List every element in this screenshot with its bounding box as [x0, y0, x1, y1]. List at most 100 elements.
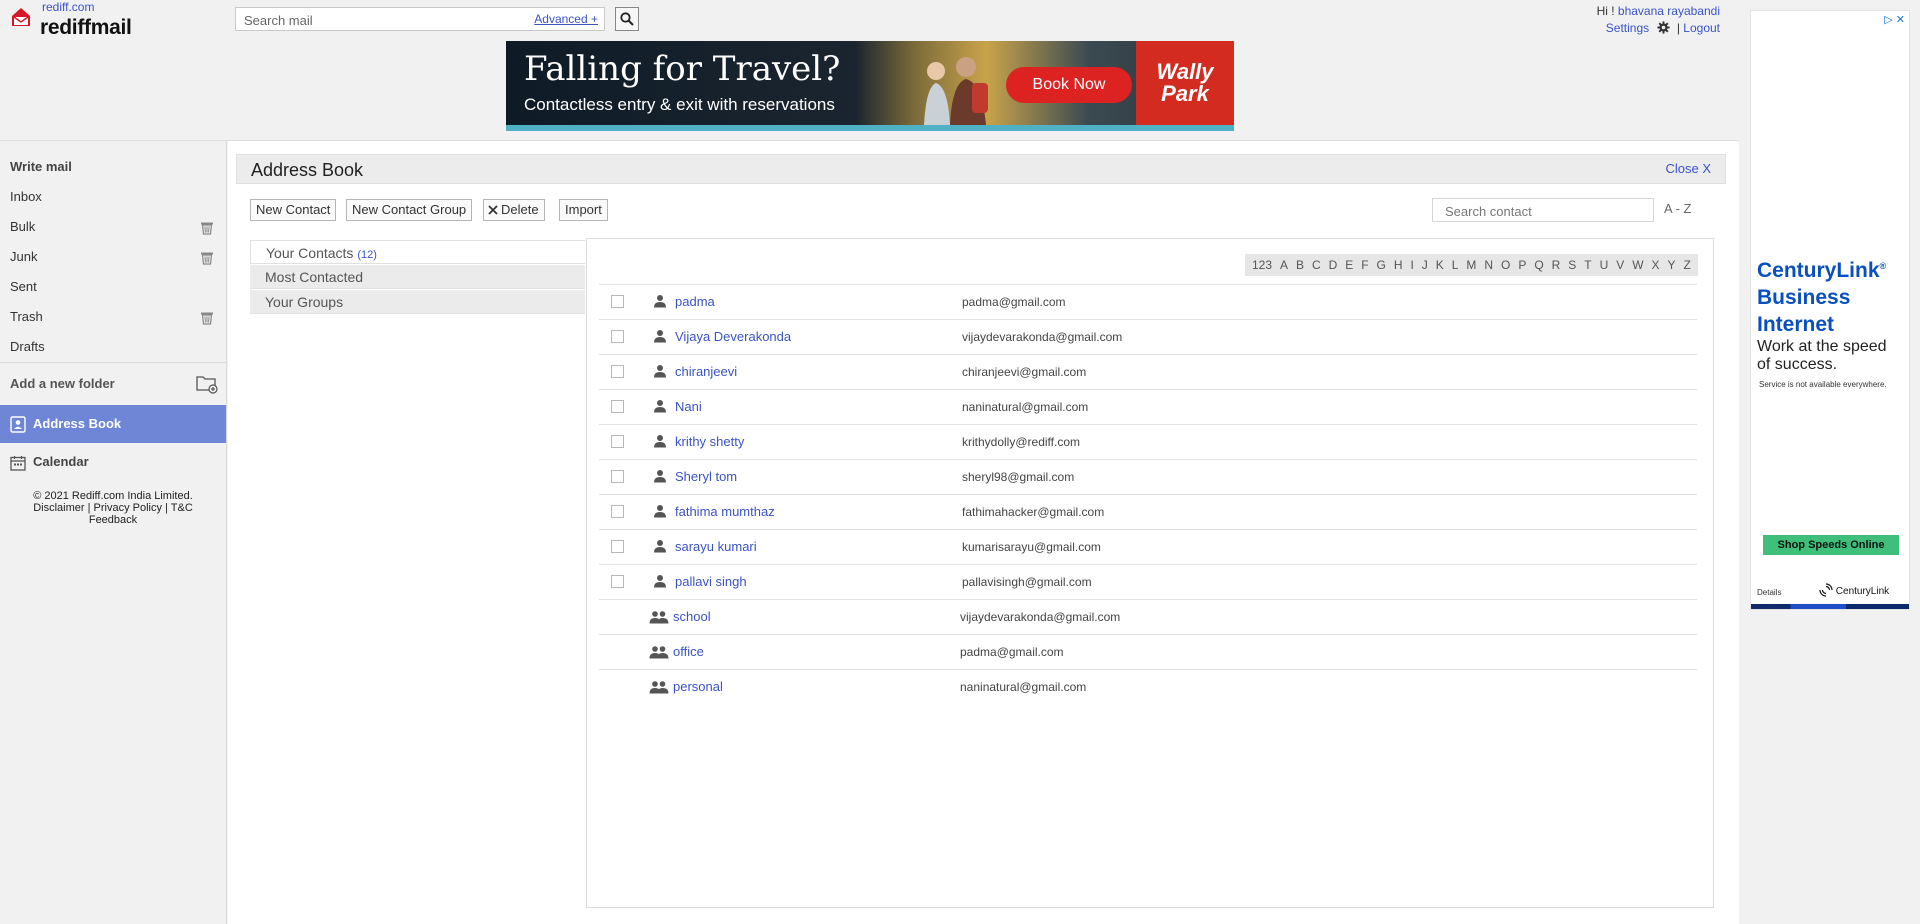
rediff-home-link[interactable]: rediff.com [42, 0, 94, 14]
shop-speeds-button[interactable]: Shop Speeds Online [1763, 535, 1899, 555]
contact-row[interactable]: krithy shetty krithydolly@rediff.com [599, 424, 1697, 459]
add-folder-icon[interactable] [196, 374, 218, 394]
contact-row[interactable]: padma padma@gmail.com [599, 284, 1697, 319]
alpha-filter-g[interactable]: G [1376, 258, 1387, 272]
alpha-filter-o[interactable]: O [1500, 258, 1511, 272]
new-contact-group-button[interactable]: New Contact Group [346, 199, 473, 221]
contact-checkbox[interactable] [611, 365, 624, 378]
user-name-link[interactable]: bhavana rayabandi [1618, 4, 1720, 18]
sort-az-toggle[interactable]: A - Z [1664, 201, 1691, 216]
group-name-link[interactable]: school [673, 609, 711, 624]
contact-checkbox[interactable] [611, 330, 624, 343]
alpha-filter-a[interactable]: A [1279, 258, 1289, 272]
import-button[interactable]: Import [559, 199, 608, 221]
alpha-filter-q[interactable]: Q [1533, 258, 1544, 272]
advanced-search-link[interactable]: Advanced + [534, 12, 598, 26]
add-folder-link[interactable]: Add a new folder [10, 376, 115, 391]
contact-name-link[interactable]: Vijaya Deverakonda [675, 329, 791, 344]
alpha-filter-u[interactable]: U [1599, 258, 1610, 272]
contact-row[interactable]: sarayu kumari kumarisarayu@gmail.com [599, 529, 1697, 564]
alpha-filter-y[interactable]: Y [1666, 258, 1676, 272]
contact-search-input[interactable] [1443, 203, 1647, 220]
contact-row[interactable]: fathima mumthaz fathimahacker@gmail.com [599, 494, 1697, 529]
new-contact-button[interactable]: New Contact [250, 199, 337, 221]
settings-link[interactable]: Settings [1606, 21, 1649, 35]
contact-name-link[interactable]: Nani [675, 399, 702, 414]
contact-row[interactable]: Sheryl tom sheryl98@gmail.com [599, 459, 1697, 494]
contact-checkbox[interactable] [611, 575, 624, 588]
sidebar-item-calendar[interactable]: Calendar [33, 454, 89, 469]
contact-checkbox[interactable] [611, 505, 624, 518]
alpha-filter-d[interactable]: D [1328, 258, 1339, 272]
tab-your-contacts[interactable]: Your Contacts (12) [250, 240, 585, 264]
contact-checkbox[interactable] [611, 295, 624, 308]
alpha-filter-t[interactable]: T [1583, 258, 1592, 272]
contact-checkbox[interactable] [611, 470, 624, 483]
sidebar-item-junk[interactable]: Junk [10, 249, 37, 264]
group-row[interactable]: school vijaydevarakonda@gmail.com [599, 599, 1697, 634]
contact-checkbox[interactable] [611, 400, 624, 413]
rediffmail-logo[interactable]: rediffmail [40, 16, 132, 40]
alpha-filter-f[interactable]: F [1360, 258, 1369, 272]
privacy-policy-link[interactable]: Privacy Policy [94, 502, 162, 514]
delete-button[interactable]: Delete [483, 199, 545, 221]
sidebar-item-sent[interactable]: Sent [10, 279, 37, 294]
adchoices-icon[interactable]: ▷ ✕ [1884, 13, 1905, 26]
contact-checkbox[interactable] [611, 435, 624, 448]
alpha-filter-z[interactable]: Z [1682, 258, 1691, 272]
contact-name-link[interactable]: krithy shetty [675, 434, 744, 449]
sidebar-item-trash[interactable]: Trash [10, 309, 43, 324]
alpha-filter-h[interactable]: H [1393, 258, 1404, 272]
gear-icon[interactable] [1657, 21, 1671, 34]
contact-name-link[interactable]: chiranjeevi [675, 364, 737, 379]
contact-name-link[interactable]: padma [675, 294, 715, 309]
alpha-filter-v[interactable]: V [1615, 258, 1625, 272]
contact-name-link[interactable]: Sheryl tom [675, 469, 737, 484]
contact-row[interactable]: pallavi singh pallavisingh@gmail.com [599, 564, 1697, 599]
group-row[interactable]: office padma@gmail.com [599, 634, 1697, 669]
alpha-filter-numeric[interactable]: 123 [1251, 258, 1273, 272]
sidebar-item-address-book[interactable]: Address Book [0, 405, 226, 443]
tab-your-groups[interactable]: Your Groups [250, 290, 585, 314]
group-name-link[interactable]: office [673, 644, 704, 659]
close-address-book-link[interactable]: Close X [1665, 161, 1711, 176]
alpha-filter-e[interactable]: E [1344, 258, 1354, 272]
alpha-filter-w[interactable]: W [1631, 258, 1644, 272]
empty-bulk-trash-icon[interactable] [200, 221, 214, 235]
alpha-filter-m[interactable]: M [1465, 258, 1477, 272]
group-name-link[interactable]: personal [673, 679, 723, 694]
feedback-link[interactable]: Feedback [89, 514, 137, 526]
contact-row[interactable]: Nani naninatural@gmail.com [599, 389, 1697, 424]
alpha-filter-k[interactable]: K [1435, 258, 1445, 272]
search-button[interactable] [615, 7, 639, 31]
tc-link[interactable]: T&C [171, 502, 193, 514]
ad-details-link[interactable]: Details [1757, 588, 1781, 597]
alpha-filter-p[interactable]: P [1517, 258, 1527, 272]
right-side-ad[interactable]: ▷ ✕ CenturyLink® Business Internet Work … [1750, 10, 1910, 610]
alpha-filter-r[interactable]: R [1551, 258, 1562, 272]
alpha-filter-c[interactable]: C [1311, 258, 1322, 272]
alpha-filter-x[interactable]: X [1650, 258, 1660, 272]
write-mail-link[interactable]: Write mail [10, 159, 72, 174]
sidebar-item-inbox[interactable]: Inbox [10, 189, 42, 204]
empty-trash-icon[interactable] [200, 311, 214, 325]
alpha-filter-b[interactable]: B [1295, 258, 1305, 272]
disclaimer-link[interactable]: Disclaimer [33, 502, 84, 514]
alpha-filter-i[interactable]: I [1409, 258, 1414, 272]
alpha-filter-j[interactable]: J [1421, 258, 1429, 272]
alpha-filter-l[interactable]: L [1451, 258, 1460, 272]
sidebar-item-drafts[interactable]: Drafts [10, 339, 45, 354]
ad-book-now-button[interactable]: Book Now [1006, 67, 1132, 103]
contact-row[interactable]: Vijaya Deverakonda vijaydevarakonda@gmail… [599, 319, 1697, 354]
contact-name-link[interactable]: fathima mumthaz [675, 504, 775, 519]
group-row[interactable]: personal naninatural@gmail.com [599, 669, 1697, 704]
logout-link[interactable]: Logout [1683, 21, 1720, 35]
top-banner-ad[interactable]: Falling for Travel? Contactless entry & … [506, 41, 1234, 131]
contact-name-link[interactable]: sarayu kumari [675, 539, 757, 554]
empty-junk-trash-icon[interactable] [200, 251, 214, 265]
mail-search-input[interactable] [242, 11, 506, 29]
sidebar-item-bulk[interactable]: Bulk [10, 219, 35, 234]
contact-row[interactable]: chiranjeevi chiranjeevi@gmail.com [599, 354, 1697, 389]
contact-name-link[interactable]: pallavi singh [675, 574, 747, 589]
contact-checkbox[interactable] [611, 540, 624, 553]
